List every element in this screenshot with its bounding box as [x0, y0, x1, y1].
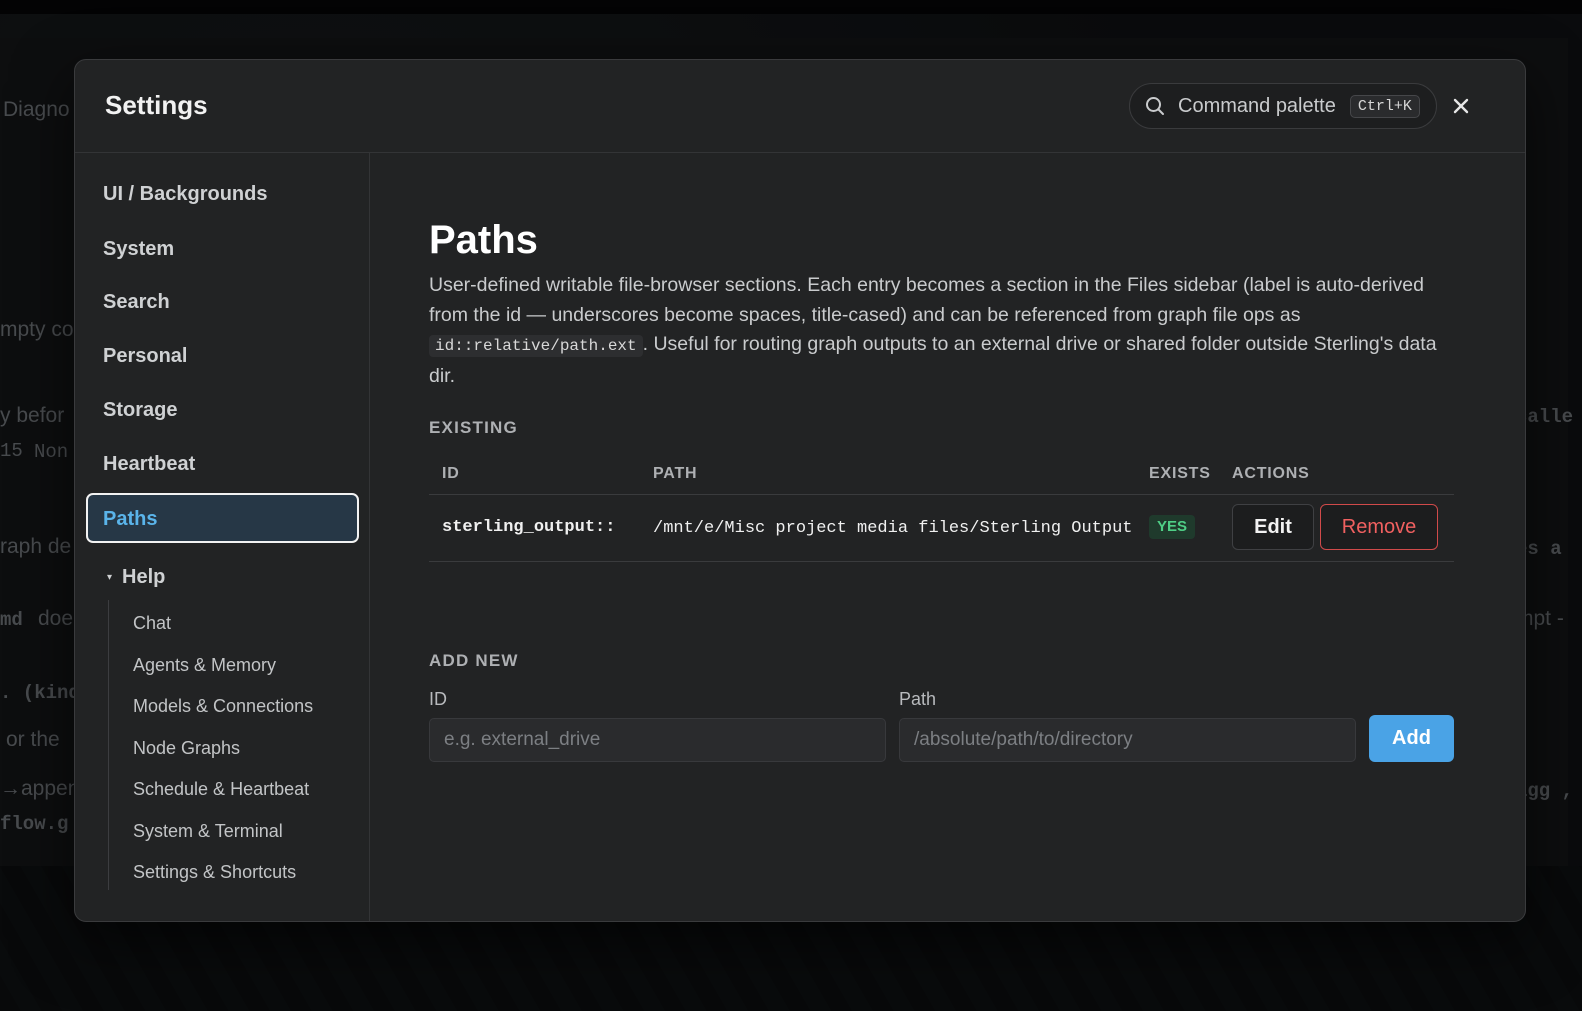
modal-title: Settings [105, 90, 208, 120]
help-item-chat[interactable]: Chat [133, 613, 171, 634]
sidebar-item-heartbeat[interactable]: Heartbeat [103, 453, 195, 476]
add-button[interactable]: Add [1369, 715, 1454, 762]
sidebar-item-personal[interactable]: Personal [103, 345, 187, 368]
search-icon [1144, 95, 1166, 117]
column-header-actions: ACTIONS [1232, 465, 1310, 482]
sidebar-item-paths[interactable]: Paths [86, 493, 359, 543]
command-palette-label: Command palette [1178, 94, 1336, 117]
close-icon [1452, 97, 1470, 120]
id-field-label: ID [429, 689, 447, 709]
page-description: User-defined writable file-browser secti… [429, 271, 1464, 391]
path-input[interactable] [899, 718, 1356, 762]
column-header-id: ID [442, 465, 460, 482]
column-header-path: PATH [653, 465, 698, 482]
sidebar-help-toggle[interactable]: ▾ Help [107, 566, 165, 589]
caret-down-icon: ▾ [107, 572, 113, 583]
sidebar-item-search[interactable]: Search [103, 291, 170, 314]
help-item-settings-shortcuts[interactable]: Settings & Shortcuts [133, 862, 296, 883]
add-new-section-label: ADD NEW [429, 651, 519, 670]
help-item-node-graphs[interactable]: Node Graphs [133, 738, 240, 759]
command-palette-button[interactable]: Command palette Ctrl+K [1129, 83, 1437, 129]
inline-code: id::relative/path.ext [429, 335, 643, 357]
sidebar-help-label: Help [122, 566, 166, 588]
table-divider [429, 561, 1454, 562]
settings-sidebar: UI / Backgrounds System Search Personal … [75, 153, 370, 921]
remove-button[interactable]: Remove [1320, 504, 1438, 550]
help-item-agents-memory[interactable]: Agents & Memory [133, 655, 276, 676]
sidebar-item-storage[interactable]: Storage [103, 399, 177, 422]
column-header-exists: EXISTS [1149, 465, 1211, 482]
path-value: /mnt/e/Misc project media files/Sterling… [653, 519, 1133, 538]
help-item-models-connections[interactable]: Models & Connections [133, 696, 313, 717]
settings-modal: Settings Command palette Ctrl+K UI / Bac… [74, 59, 1526, 922]
sidebar-item-ui-backgrounds[interactable]: UI / Backgrounds [103, 183, 267, 206]
existing-section-label: EXISTING [429, 418, 518, 437]
id-input[interactable] [429, 718, 886, 762]
command-palette-shortcut: Ctrl+K [1349, 94, 1420, 118]
help-item-schedule-heartbeat[interactable]: Schedule & Heartbeat [133, 779, 309, 800]
modal-header: Settings Command palette Ctrl+K [75, 60, 1525, 153]
page-title: Paths [429, 218, 538, 262]
table-divider [429, 494, 1454, 495]
exists-badge: YES [1149, 515, 1196, 539]
sidebar-item-system[interactable]: System [103, 238, 174, 261]
help-tree-line [108, 600, 109, 890]
sidebar-item-label: Paths [103, 508, 158, 530]
path-id: sterling_output:: [442, 518, 616, 537]
edit-button[interactable]: Edit [1232, 504, 1314, 550]
help-item-system-terminal[interactable]: System & Terminal [133, 821, 283, 842]
close-button[interactable] [1449, 96, 1473, 120]
description-text: User-defined writable file-browser secti… [429, 274, 1424, 326]
path-field-label: Path [899, 689, 937, 709]
